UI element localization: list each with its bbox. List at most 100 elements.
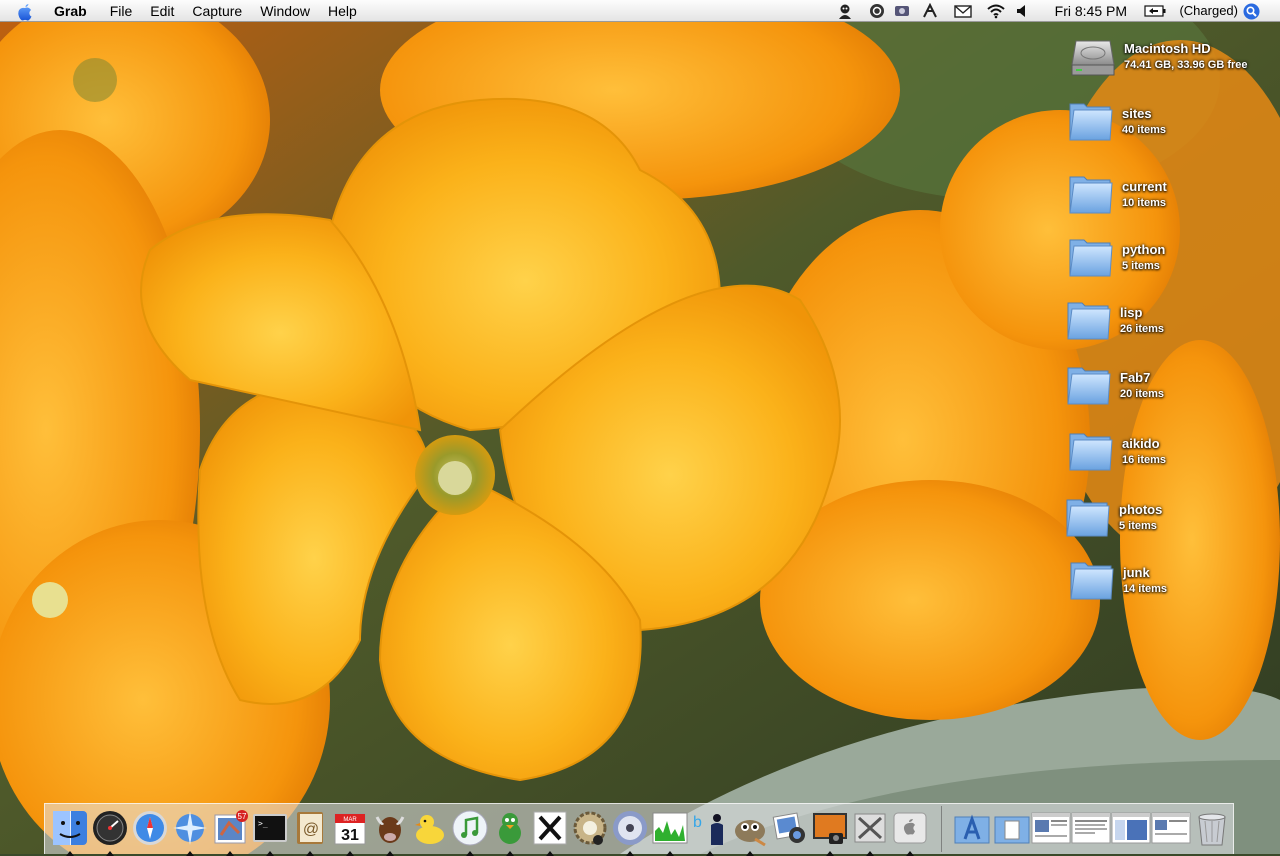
dock-cyberduck[interactable] <box>411 809 449 847</box>
desktop-icon-label: aikido <box>1122 436 1160 451</box>
desktop-icon-lisp[interactable]: lisp 26 items <box>1066 297 1266 347</box>
cog-icon[interactable] <box>894 3 910 19</box>
desktop-icon-label: Fab7 <box>1120 370 1151 385</box>
svg-text:>_: >_ <box>258 819 268 828</box>
battery-icon[interactable] <box>1144 5 1166 17</box>
desktop-icon-python[interactable]: python 5 items <box>1068 234 1268 284</box>
network-icon[interactable] <box>922 3 938 19</box>
system-tools-icon <box>854 813 886 843</box>
dock-system-tools[interactable] <box>851 809 889 856</box>
gnu-icon <box>375 816 405 843</box>
desktop-icon-info: 40 items <box>1122 124 1167 136</box>
menu-file[interactable]: File <box>101 0 142 22</box>
dock-minimized-window-4[interactable] <box>1151 809 1191 847</box>
dock-safari[interactable] <box>131 809 169 847</box>
svg-text:MAR: MAR <box>343 817 357 823</box>
dock-gimp[interactable] <box>731 809 769 856</box>
dock-activity-monitor[interactable] <box>651 809 689 856</box>
image-capture-icon <box>813 813 847 844</box>
dock-x11[interactable] <box>531 809 569 856</box>
dock-ical[interactable]: MAR 31 <box>331 809 369 856</box>
documents-stack-icon <box>994 816 1030 844</box>
dock-address-book[interactable]: @ <box>291 809 329 856</box>
desktop-icon-aikido[interactable]: aikido 16 items <box>1068 428 1268 478</box>
desktop-icon-fab7[interactable]: Fab7 20 items <box>1066 362 1266 412</box>
twitter-person-icon: b <box>693 814 723 845</box>
dock-separator <box>941 806 942 852</box>
desktop-icon-current[interactable]: current 10 items <box>1068 171 1268 221</box>
menu-edit[interactable]: Edit <box>141 0 183 22</box>
desktop-icon-info: 20 items <box>1120 388 1165 400</box>
desktop-icon-junk[interactable]: junk 14 items <box>1069 557 1269 607</box>
activity-monitor-icon <box>652 812 688 844</box>
dashboard-icon <box>93 811 127 845</box>
dock-mail[interactable]: 57 <box>211 809 249 856</box>
dock-twitter-person[interactable]: b <box>691 809 729 856</box>
mail-icon[interactable] <box>954 3 972 19</box>
desktop-icon-macintosh-hd[interactable]: Macintosh HD 74.41 GB, 33.96 GB free <box>1070 33 1270 83</box>
svg-text:b: b <box>693 814 702 831</box>
desktop-icon-info: 26 items <box>1120 323 1165 335</box>
desktop-icon-sites[interactable]: sites 40 items <box>1068 98 1268 148</box>
folder-icon <box>1069 103 1113 141</box>
menu-bar: Grab File Edit Capture Window Help Fri 8… <box>0 0 1280 22</box>
desktop-icon-info: 10 items <box>1122 197 1167 209</box>
dock-terminal[interactable]: >_ <box>251 809 289 856</box>
dock-minimized-window-2[interactable] <box>1071 809 1111 847</box>
dock-finder[interactable] <box>51 809 89 856</box>
desktop-icon-label: photos <box>1119 502 1163 517</box>
desktop-icon-label: Macintosh HD <box>1124 41 1211 56</box>
desktop-icon-info: 14 items <box>1123 583 1168 595</box>
dock-gnu[interactable] <box>371 809 409 856</box>
dock-apple-prefs[interactable] <box>891 809 929 856</box>
apple-menu-icon[interactable] <box>14 1 36 21</box>
dock-itunes[interactable] <box>451 809 489 856</box>
menu-help[interactable]: Help <box>319 0 366 22</box>
desktop-icon-label: python <box>1122 242 1166 257</box>
dock-disk-utility[interactable] <box>611 809 649 856</box>
svg-text:@: @ <box>303 821 319 838</box>
dock-network-browser[interactable] <box>171 809 209 856</box>
network-browser-icon <box>173 811 207 845</box>
address-book-icon: @ <box>297 812 323 844</box>
x11-icon <box>533 811 567 845</box>
dock-applications-stack[interactable] <box>953 809 991 847</box>
volume-icon[interactable] <box>1016 3 1028 19</box>
dock-iphoto[interactable] <box>771 809 809 847</box>
mail-stamp-icon: 57 <box>214 810 248 844</box>
menu-clock[interactable]: Fri 8:45 PM <box>1055 0 1127 22</box>
gimp-icon <box>735 820 766 847</box>
dock-minimized-window-1[interactable] <box>1031 809 1071 847</box>
folder-icon <box>1067 302 1111 340</box>
iphoto-icon <box>772 812 805 843</box>
adium-icon[interactable] <box>837 3 853 19</box>
dock-adium[interactable] <box>491 809 529 856</box>
dock-trash[interactable] <box>1193 809 1231 847</box>
minimized-window-4-icon <box>1151 812 1191 844</box>
minimized-window-2-icon <box>1071 812 1111 844</box>
dock-gear-camera[interactable] <box>571 809 609 847</box>
desktop-icon-label: current <box>1122 179 1167 194</box>
sync-icon[interactable] <box>869 3 885 19</box>
desktop-icon-info: 5 items <box>1119 520 1157 532</box>
finder-icon <box>53 811 87 845</box>
dock-image-capture[interactable] <box>811 809 849 856</box>
desktop-icon-photos[interactable]: photos 5 items <box>1065 494 1265 544</box>
app-menu-grab[interactable]: Grab <box>54 0 101 22</box>
minimized-window-1-icon <box>1031 812 1071 844</box>
menu-window[interactable]: Window <box>251 0 319 22</box>
dock-documents-stack[interactable] <box>993 809 1031 847</box>
trash-icon <box>1198 813 1226 846</box>
dock-minimized-window-3[interactable] <box>1111 809 1151 847</box>
adium-duck-icon <box>499 813 521 844</box>
hard-drive-icon <box>1071 40 1115 76</box>
menu-capture[interactable]: Capture <box>183 0 251 22</box>
wifi-icon[interactable] <box>986 3 1006 19</box>
minimized-window-3-icon <box>1111 812 1151 844</box>
dock-dashboard[interactable] <box>91 809 129 856</box>
desktop-icon-label: junk <box>1123 565 1150 580</box>
disk-utility-icon <box>613 811 647 845</box>
folder-icon <box>1067 367 1111 405</box>
spotlight-icon[interactable] <box>1243 3 1260 20</box>
battery-status[interactable]: (Charged) <box>1179 0 1238 22</box>
